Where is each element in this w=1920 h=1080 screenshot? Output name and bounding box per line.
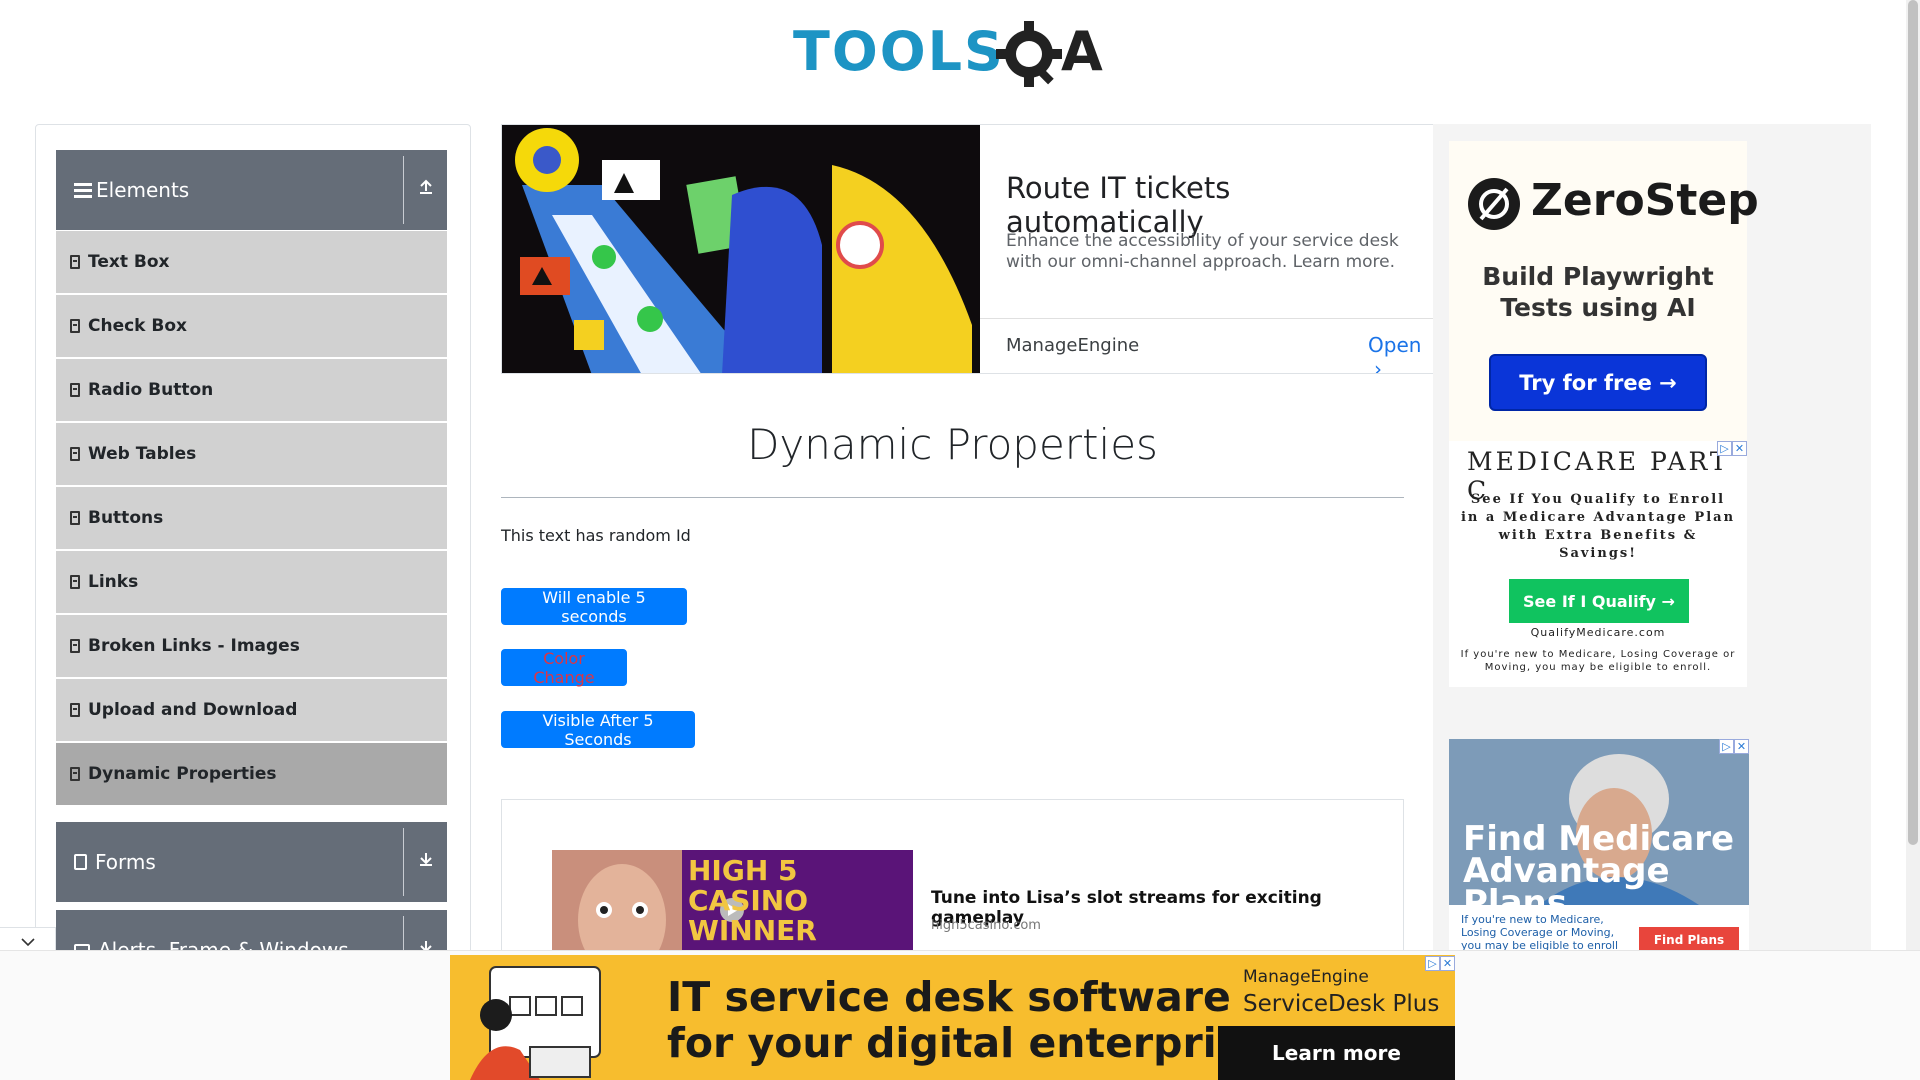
close-ad-icon[interactable]: ✕ [1734, 739, 1749, 754]
page-title: Dynamic Properties [747, 420, 1158, 469]
chevron-right-icon: › [1374, 357, 1382, 374]
casino-ad-image[interactable]: HIGH 5 CASINO WINNER [552, 850, 913, 951]
expand-down-icon[interactable] [415, 850, 437, 872]
bottom-ad-banner[interactable]: IT service desk software for your digita… [450, 955, 1455, 1080]
top-ad-banner[interactable]: Route IT tickets automatically Enhance t… [501, 124, 1436, 374]
left-sidebar: Elements Text Box Check Box Radio Button… [35, 124, 471, 964]
ad-open-link[interactable]: Open › [1368, 333, 1435, 374]
hamburger-icon [74, 182, 92, 198]
find-medicare-ad[interactable]: Find Medicare Advantage Plans If you're … [1449, 739, 1749, 952]
sidebar-item-broken-links[interactable]: Broken Links - Images [56, 615, 447, 677]
group-divider [403, 156, 404, 224]
learn-more-button[interactable]: Learn more [1218, 1026, 1455, 1080]
sidebar-item-upload-download[interactable]: Upload and Download [56, 679, 447, 741]
medicare-ad-body: See If You Qualify to Enroll in a Medica… [1460, 492, 1736, 561]
sidebar-item-label: Links [88, 572, 139, 592]
color-change-button[interactable]: Color Change [501, 649, 627, 687]
zerostep-ad[interactable]: ZeroStep Build Playwright Tests using AI… [1449, 141, 1759, 441]
sidebar-item-label: Broken Links - Images [88, 636, 300, 656]
sidebar-item-label: Radio Button [88, 380, 214, 400]
bottom-ad-line2: for your digital enterprise [667, 1019, 1269, 1067]
medicare-ad-fine-print: If you're new to Medicare, Losing Covera… [1461, 913, 1619, 952]
list-icon [70, 319, 80, 333]
sidebar-item-links[interactable]: Links [56, 551, 447, 613]
close-ad-icon[interactable]: ✕ [1440, 956, 1455, 971]
chevron-down-icon [20, 937, 35, 946]
svg-text:TOOLS: TOOLS [793, 20, 1005, 83]
group-divider [403, 828, 404, 896]
adchoices-icon[interactable]: ▷ [1425, 956, 1440, 971]
adchoices-icon[interactable]: ▷ [1717, 441, 1732, 456]
list-icon [70, 511, 80, 525]
medicare-ad-site: QualifyMedicare.com [1530, 626, 1666, 639]
sidebar-item-label: Web Tables [88, 444, 197, 464]
ad-divider [980, 318, 1435, 319]
adchoices-icon[interactable]: ▷ [1719, 739, 1734, 754]
medicare-part-c-ad[interactable]: MEDICARE PART C See If You Qualify to En… [1449, 441, 1747, 687]
list-icon [70, 447, 80, 461]
bottom-ad-product: ServiceDesk Plus [1243, 991, 1440, 1017]
ad-open-label: Open [1368, 333, 1422, 357]
list-icon [70, 383, 80, 397]
enable-after-button[interactable]: Will enable 5 seconds [501, 588, 687, 626]
zerostep-logo-icon [1468, 178, 1520, 230]
gear-icon [996, 21, 1062, 87]
logo-graphic: TOOLS A [793, 20, 1103, 87]
sidebar-item-label: Dynamic Properties [88, 764, 277, 784]
list-icon [70, 255, 80, 269]
sidebar-item-text-box[interactable]: Text Box [56, 231, 447, 293]
scrollbar-thumb[interactable] [1908, 0, 1918, 845]
sidebar-item-buttons[interactable]: Buttons [56, 487, 447, 549]
sidebar-item-label: Buttons [88, 508, 164, 528]
list-icon [70, 639, 80, 653]
sidebar-item-check-box[interactable]: Check Box [56, 295, 447, 357]
ad-description: Enhance the accessibility of your servic… [1006, 231, 1399, 272]
group-label-forms: Forms [95, 850, 156, 874]
try-for-free-button[interactable]: Try for free → [1489, 354, 1707, 411]
find-plans-button[interactable]: Find Plans [1639, 927, 1739, 952]
sidebar-item-dynamic-properties[interactable]: Dynamic Properties [56, 743, 447, 805]
collapse-up-icon[interactable] [415, 178, 437, 200]
group-header-elements[interactable]: Elements [56, 150, 447, 230]
ad-illustration [502, 125, 980, 373]
see-if-qualify-button[interactable]: See If I Qualify → [1509, 579, 1689, 623]
title-divider [501, 497, 1404, 498]
toolsqa-logo[interactable]: TOOLS A [793, 14, 1115, 90]
document-icon [74, 854, 87, 870]
ad-title[interactable]: Route IT tickets automatically [1006, 171, 1435, 239]
list-icon [70, 575, 80, 589]
medicare-ad-panel: If you're new to Medicare, Losing Covera… [1449, 905, 1749, 952]
visible-after-button[interactable]: Visible After 5 Seconds [501, 711, 695, 749]
group-label-elements: Elements [96, 178, 190, 202]
list-icon [70, 767, 80, 781]
svg-text:A: A [1061, 20, 1103, 83]
list-icon [70, 703, 80, 717]
sidebar-item-radio-button[interactable]: Radio Button [56, 359, 447, 421]
close-ad-icon[interactable]: ✕ [1732, 441, 1747, 456]
sidebar-item-label: Text Box [88, 252, 170, 272]
zerostep-headline: Build Playwright Tests using AI [1482, 262, 1714, 322]
sidebar-item-label: Upload and Download [88, 700, 298, 720]
sidebar-item-label: Check Box [88, 316, 188, 336]
content-ad-source: high5casino.com [931, 918, 1041, 933]
group-header-forms[interactable]: Forms [56, 822, 447, 902]
medicare-ad-fine-print: If you're new to Medicare, Losing Covera… [1460, 649, 1736, 673]
casino-ad-image-text: HIGH 5 CASINO WINNER [688, 854, 817, 947]
ad-illustration [470, 966, 601, 1080]
sidebar-item-web-tables[interactable]: Web Tables [56, 423, 447, 485]
ad-advertiser: ManageEngine [1006, 335, 1140, 356]
bottom-ad-line1: IT service desk software [667, 973, 1231, 1021]
content-ad[interactable]: HIGH 5 CASINO WINNER Tune into Lisa’s sl… [501, 799, 1404, 951]
zerostep-logo-text: ZeroStep [1531, 175, 1759, 226]
bottom-ad-brand: ManageEngine [1243, 967, 1369, 987]
random-id-text: This text has random Id [501, 526, 691, 545]
